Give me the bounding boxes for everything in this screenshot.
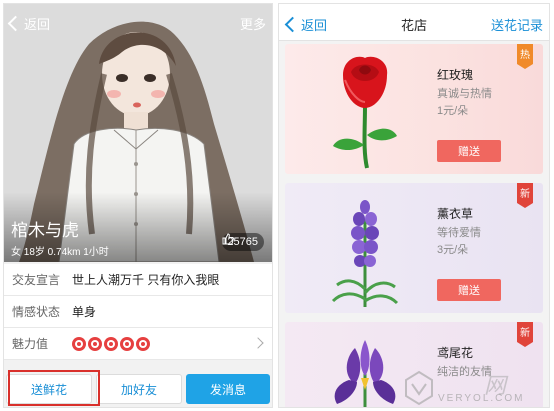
profile-meta: 女 18岁 0.74km 1小时 <box>11 247 109 258</box>
info-row-declaration: 交友宣言 世上人潮万千 只有你入我眼 <box>4 264 272 296</box>
action-bar: 送鲜花 加好友 发消息 <box>4 370 272 407</box>
profile-screen: 返回 更多 棺木与虎 女 18岁 0.74km 1小时 25765 交友宣言 世… <box>3 3 273 408</box>
add-friend-button[interactable]: 加好友 <box>96 374 182 404</box>
rose-icon <box>333 56 397 169</box>
heart-icon <box>88 336 102 351</box>
heart-icon <box>72 336 86 351</box>
new-badge: 新 <box>517 183 533 208</box>
flower-price: 1元/朵 <box>437 105 469 117</box>
flower-desc: 等待爱情 <box>437 227 481 239</box>
info-row-charm[interactable]: 魅力值 <box>4 328 272 360</box>
flower-name: 薰衣草 <box>437 207 474 221</box>
flower-name: 鸢尾花 <box>437 346 474 360</box>
chevron-left-icon <box>7 15 24 32</box>
more-button[interactable]: 更多 <box>240 14 266 33</box>
heart-icon <box>120 336 134 351</box>
thumbs-up-icon <box>222 233 235 245</box>
records-link[interactable]: 送花记录 <box>491 15 543 34</box>
send-flower-button[interactable]: 送鲜花 <box>6 374 92 404</box>
heart-icon <box>104 336 118 351</box>
hot-badge: 热 <box>517 44 533 69</box>
send-message-button[interactable]: 发消息 <box>186 374 270 404</box>
back-button[interactable]: 返回 <box>7 14 51 33</box>
profile-photo: 返回 更多 棺木与虎 女 18岁 0.74km 1小时 25765 <box>4 4 272 262</box>
chevron-right-icon <box>252 337 264 349</box>
profile-info-list: 交友宣言 世上人潮万千 只有你入我眼 情感状态 单身 魅力值 <box>4 264 272 360</box>
nav-bar: 返回 花店 送花记录 <box>279 4 549 41</box>
flower-name: 红玫瑰 <box>437 68 474 82</box>
like-button[interactable]: 25765 <box>222 233 264 251</box>
charm-hearts <box>72 336 150 351</box>
lavender-icon <box>331 200 399 307</box>
back-label: 返回 <box>24 17 51 32</box>
flower-card-iris: 鸢尾花 纯洁的友情 新 <box>285 322 543 407</box>
row-label: 情感状态 <box>12 305 61 319</box>
row-value: 世上人潮万千 只有你入我眼 <box>72 273 220 287</box>
nickname: 棺木与虎 <box>11 221 79 240</box>
flower-card-lavender: 薰衣草 等待爱情 3元/朵 赠送 新 <box>285 183 543 313</box>
heart-icon <box>136 336 150 351</box>
iris-icon <box>334 340 396 407</box>
row-value: 单身 <box>72 305 97 319</box>
give-button[interactable]: 赠送 <box>437 279 501 301</box>
row-label: 交友宣言 <box>12 273 61 287</box>
flower-desc: 真诚与热情 <box>437 88 492 100</box>
flower-desc: 纯洁的友情 <box>437 366 492 378</box>
give-button[interactable]: 赠送 <box>437 140 501 162</box>
flower-card-rose: 红玫瑰 真诚与热情 1元/朵 赠送 热 <box>285 44 543 174</box>
info-row-relationship: 情感状态 单身 <box>4 296 272 328</box>
row-label: 魅力值 <box>12 337 49 351</box>
flower-price: 3元/朵 <box>437 244 469 256</box>
flower-shop-screen: 返回 花店 送花记录 红玫瑰 真诚与热情 1元/朵 赠送 热 薰衣草 等待爱情 … <box>278 3 550 408</box>
new-badge: 新 <box>517 322 533 347</box>
